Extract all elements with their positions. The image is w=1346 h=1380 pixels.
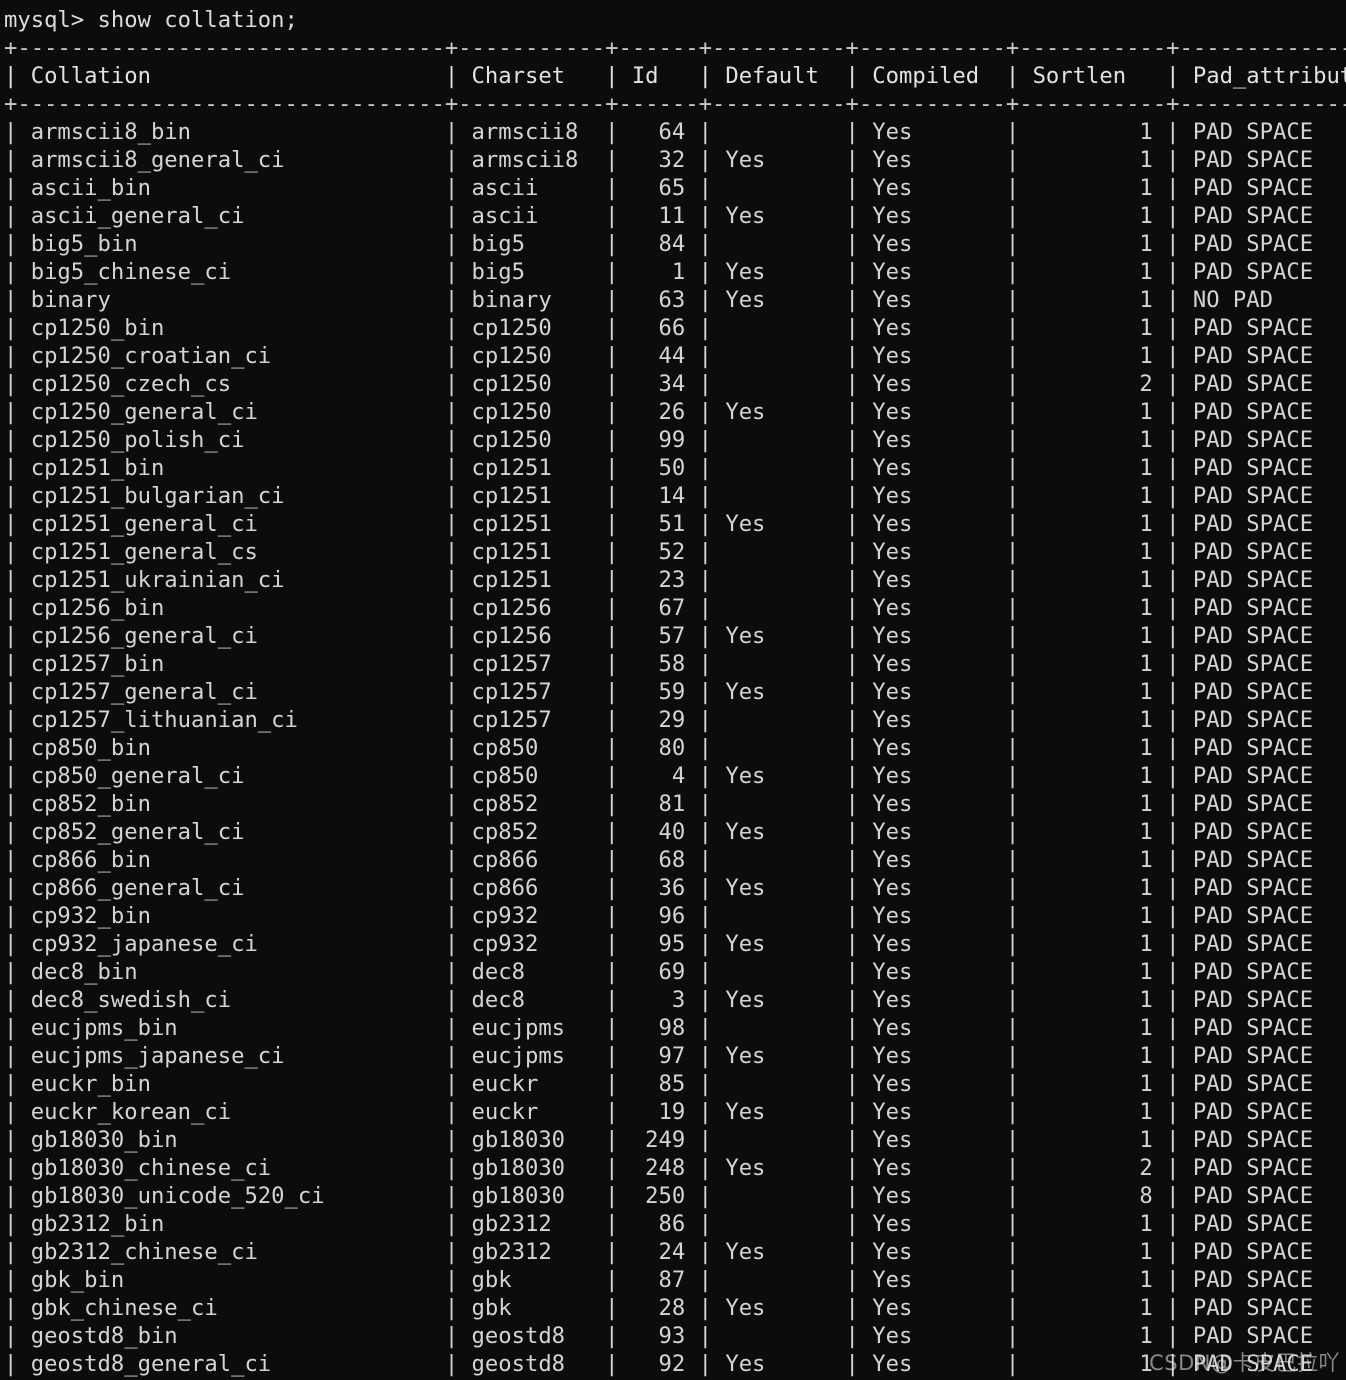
table-row: | cp1250_polish_ci | cp1250 | 99 | | Yes… xyxy=(4,427,1346,453)
table-row: | gb18030_unicode_520_ci | gb18030 | 250… xyxy=(4,1183,1346,1209)
table-row: | ascii_bin | ascii | 65 | | Yes | 1 | P… xyxy=(4,175,1346,201)
table-row: | cp1250_croatian_ci | cp1250 | 44 | | Y… xyxy=(4,343,1346,369)
table-row: | geostd8_bin | geostd8 | 93 | | Yes | 1… xyxy=(4,1323,1346,1349)
table-row: | cp850_bin | cp850 | 80 | | Yes | 1 | P… xyxy=(4,735,1346,761)
table-row: | cp1257_lithuanian_ci | cp1257 | 29 | |… xyxy=(4,707,1346,733)
table-row: | dec8_swedish_ci | dec8 | 3 | Yes | Yes… xyxy=(4,987,1346,1013)
table-row: | cp852_general_ci | cp852 | 40 | Yes | … xyxy=(4,819,1346,845)
table-row: | gbk_chinese_ci | gbk | 28 | Yes | Yes … xyxy=(4,1295,1346,1321)
collation-table-output: +--------------------------------+------… xyxy=(4,34,1346,1378)
table-row: | euckr_bin | euckr | 85 | | Yes | 1 | P… xyxy=(4,1071,1346,1097)
command-prompt-line: mysql> show collation; xyxy=(4,7,298,33)
table-row: | gb18030_bin | gb18030 | 249 | | Yes | … xyxy=(4,1127,1346,1153)
table-row: | gb18030_chinese_ci | gb18030 | 248 | Y… xyxy=(4,1155,1346,1181)
table-row: | cp1250_bin | cp1250 | 66 | | Yes | 1 |… xyxy=(4,315,1346,341)
table-top-border: +--------------------------------+------… xyxy=(4,35,1346,61)
table-header-row: | Collation | Charset | Id | Default | C… xyxy=(4,63,1346,89)
table-row: | binary | binary | 63 | Yes | Yes | 1 |… xyxy=(4,287,1346,313)
table-row: | armscii8_general_ci | armscii8 | 32 | … xyxy=(4,147,1346,173)
table-row: | cp1257_general_ci | cp1257 | 59 | Yes … xyxy=(4,679,1346,705)
table-row: | gb2312_chinese_ci | gb2312 | 24 | Yes … xyxy=(4,1239,1346,1265)
table-row: | geostd8_general_ci | geostd8 | 92 | Ye… xyxy=(4,1351,1346,1377)
table-row: | cp866_general_ci | cp866 | 36 | Yes | … xyxy=(4,875,1346,901)
table-row: | ascii_general_ci | ascii | 11 | Yes | … xyxy=(4,203,1346,229)
table-row: | big5_chinese_ci | big5 | 1 | Yes | Yes… xyxy=(4,259,1346,285)
table-row: | gbk_bin | gbk | 87 | | Yes | 1 | PAD S… xyxy=(4,1267,1346,1293)
table-row: | cp1251_general_ci | cp1251 | 51 | Yes … xyxy=(4,511,1346,537)
table-row: | gb2312_bin | gb2312 | 86 | | Yes | 1 |… xyxy=(4,1211,1346,1237)
table-row: | cp932_bin | cp932 | 96 | | Yes | 1 | P… xyxy=(4,903,1346,929)
table-row: | cp932_japanese_ci | cp932 | 95 | Yes |… xyxy=(4,931,1346,957)
table-row: | cp1251_bulgarian_ci | cp1251 | 14 | | … xyxy=(4,483,1346,509)
table-row: | cp1250_czech_cs | cp1250 | 34 | | Yes … xyxy=(4,371,1346,397)
table-row: | cp1251_general_cs | cp1251 | 52 | | Ye… xyxy=(4,539,1346,565)
terminal-window[interactable]: mysql> show collation; +----------------… xyxy=(0,0,1346,1380)
table-row: | big5_bin | big5 | 84 | | Yes | 1 | PAD… xyxy=(4,231,1346,257)
table-row: | euckr_korean_ci | euckr | 19 | Yes | Y… xyxy=(4,1099,1346,1125)
table-row: | cp852_bin | cp852 | 81 | | Yes | 1 | P… xyxy=(4,791,1346,817)
table-row: | cp1250_general_ci | cp1250 | 26 | Yes … xyxy=(4,399,1346,425)
table-row: | cp1257_bin | cp1257 | 58 | | Yes | 1 |… xyxy=(4,651,1346,677)
table-row: | dec8_bin | dec8 | 69 | | Yes | 1 | PAD… xyxy=(4,959,1346,985)
table-row: | cp1251_ukrainian_ci | cp1251 | 23 | | … xyxy=(4,567,1346,593)
table-row: | eucjpms_japanese_ci | eucjpms | 97 | Y… xyxy=(4,1043,1346,1069)
table-row: | eucjpms_bin | eucjpms | 98 | | Yes | 1… xyxy=(4,1015,1346,1041)
table-row: | cp1256_general_ci | cp1256 | 57 | Yes … xyxy=(4,623,1346,649)
table-row: | cp850_general_ci | cp850 | 4 | Yes | Y… xyxy=(4,763,1346,789)
table-row: | cp1251_bin | cp1251 | 50 | | Yes | 1 |… xyxy=(4,455,1346,481)
table-row: | cp866_bin | cp866 | 68 | | Yes | 1 | P… xyxy=(4,847,1346,873)
table-header-separator: +--------------------------------+------… xyxy=(4,91,1346,117)
table-row: | cp1256_bin | cp1256 | 67 | | Yes | 1 |… xyxy=(4,595,1346,621)
table-row: | armscii8_bin | armscii8 | 64 | | Yes |… xyxy=(4,119,1346,145)
